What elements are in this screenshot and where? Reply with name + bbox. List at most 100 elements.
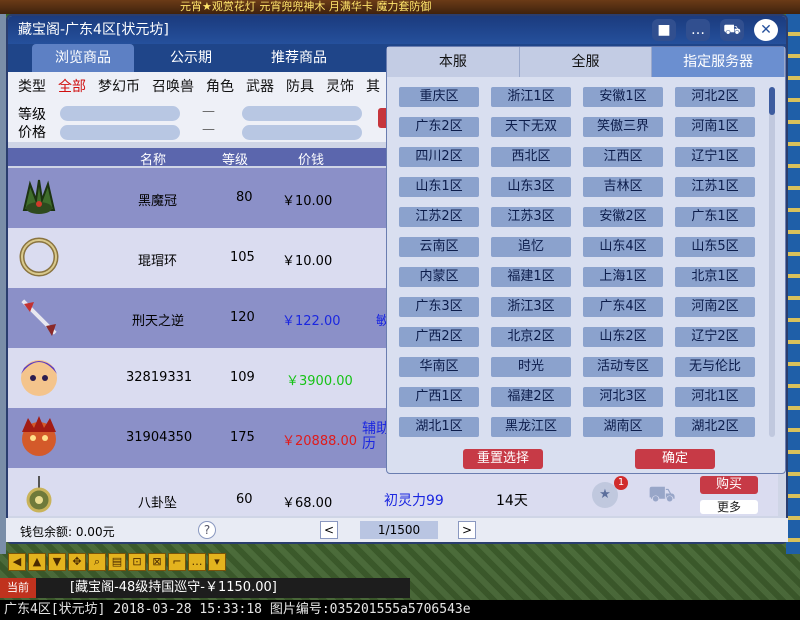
server-option[interactable]: 笑傲三界 [583,117,663,137]
server-option[interactable]: 安徽1区 [583,87,663,107]
server-option[interactable]: 广西1区 [399,387,479,407]
server-option[interactable]: 辽宁2区 [675,327,755,347]
server-option[interactable]: 山东5区 [675,237,755,257]
next-page-button[interactable]: > [458,521,476,539]
lock-icon[interactable]: ⊡ [128,553,146,571]
server-option[interactable]: 河南1区 [675,117,755,137]
server-option[interactable]: 四川2区 [399,147,479,167]
filter-other[interactable]: 其 [366,76,380,96]
price-max-input[interactable] [242,125,362,140]
server-option[interactable]: 山东1区 [399,177,479,197]
filter-ornament[interactable]: 灵饰 [326,76,354,96]
server-option[interactable]: 北京1区 [675,267,755,287]
move-icon[interactable]: ✥ [68,553,86,571]
tab-recommend[interactable]: 推荐商品 [248,44,350,72]
level-min-input[interactable] [60,106,180,121]
filter-armor[interactable]: 防具 [286,76,314,96]
item-days: 14天 [496,493,528,509]
server-option[interactable]: 活动专区 [583,357,663,377]
lock2-icon[interactable]: ⊠ [148,553,166,571]
server-option[interactable]: 山东4区 [583,237,663,257]
header-name: 名称 [140,153,167,168]
speech-icon[interactable]: … [188,553,206,571]
chat-message: [藏宝阁-48级持国巡守-￥1150.00] [70,580,277,595]
scroll-thumb[interactable] [769,87,775,115]
server-option[interactable]: 广东3区 [399,297,479,317]
magnifier-icon[interactable]: ⌕ [88,553,106,571]
table-row[interactable]: 八卦坠 60 ￥68.00 初灵力99 14天 ★ 1 ⛟ 购买 更多 [8,468,778,516]
server-option[interactable]: 黑龙江区 [491,417,571,437]
tab-specific-server[interactable]: 指定服务器 [652,47,786,77]
chat-channel-tag[interactable]: 当前 [0,578,36,598]
server-option[interactable]: 时光 [491,357,571,377]
reset-button[interactable]: 重置选择 [463,449,543,469]
server-option[interactable]: 广东2区 [399,117,479,137]
tab-public[interactable]: 公示期 [140,44,242,72]
server-option[interactable]: 安徽2区 [583,207,663,227]
tab-all-servers[interactable]: 全服 [519,47,653,77]
close-icon[interactable]: ✕ [754,19,778,41]
tab-browse[interactable]: 浏览商品 [32,44,134,72]
server-option[interactable]: 广西2区 [399,327,479,347]
server-option[interactable]: 西北区 [491,147,571,167]
server-option[interactable]: 湖北1区 [399,417,479,437]
server-scrollbar[interactable] [769,87,775,437]
server-option[interactable]: 内蒙区 [399,267,479,287]
more-button[interactable]: 更多 [700,500,758,514]
server-option[interactable]: 湖南区 [583,417,663,437]
server-option[interactable]: 浙江3区 [491,297,571,317]
server-option[interactable]: 天下无双 [491,117,571,137]
up-arrow-icon[interactable]: ▲ [28,553,46,571]
down-arrow-icon[interactable]: ▼ [48,553,66,571]
server-option[interactable]: 山东3区 [491,177,571,197]
server-option[interactable]: 广东4区 [583,297,663,317]
level-label: 等级 [18,107,46,123]
server-option[interactable]: 河南2区 [675,297,755,317]
server-option[interactable]: 追忆 [491,237,571,257]
price-dash: — [202,122,215,137]
filter-weapon[interactable]: 武器 [246,76,274,96]
chat-icon[interactable]: … [686,19,710,41]
server-option[interactable]: 北京2区 [491,327,571,347]
dropdown-icon[interactable]: ▾ [208,553,226,571]
server-option[interactable]: 辽宁1区 [675,147,755,167]
server-option[interactable]: 福建2区 [491,387,571,407]
server-option[interactable]: 云南区 [399,237,479,257]
server-option[interactable]: 湖北2区 [675,417,755,437]
filter-all[interactable]: 全部 [58,76,86,96]
server-option[interactable]: 吉林区 [583,177,663,197]
help-icon[interactable]: ? [198,521,216,539]
buy-button[interactable]: 购买 [700,476,758,494]
left-arrow-icon[interactable]: ◀ [8,553,26,571]
server-option[interactable]: 重庆区 [399,87,479,107]
stop-icon[interactable]: ■ [652,19,676,41]
server-option[interactable]: 华南区 [399,357,479,377]
server-option[interactable]: 上海1区 [583,267,663,287]
server-option[interactable]: 福建1区 [491,267,571,287]
confirm-button[interactable]: 确定 [635,449,715,469]
server-option[interactable]: 河北1区 [675,387,755,407]
tab-this-server[interactable]: 本服 [387,47,520,77]
server-option[interactable]: 浙江1区 [491,87,571,107]
cart-icon[interactable]: ⛟ [648,482,676,508]
server-option[interactable]: 江西区 [583,147,663,167]
prev-page-button[interactable]: < [320,521,338,539]
server-option[interactable]: 江苏2区 [399,207,479,227]
page-indicator[interactable]: 1/1500 [360,521,438,539]
server-option[interactable]: 无与伦比 [675,357,755,377]
server-option[interactable]: 江苏1区 [675,177,755,197]
cart-icon[interactable]: ⛟ [720,19,744,41]
document-icon[interactable]: ▤ [108,553,126,571]
header-price: 价钱 [298,153,325,168]
filter-role[interactable]: 角色 [206,76,234,96]
filter-pet[interactable]: 召唤兽 [152,76,194,96]
server-option[interactable]: 广东1区 [675,207,755,227]
server-option[interactable]: 河北3区 [583,387,663,407]
server-option[interactable]: 山东2区 [583,327,663,347]
broom-icon[interactable]: ⌐ [168,553,186,571]
price-min-input[interactable] [60,125,180,140]
level-max-input[interactable] [242,106,362,121]
server-option[interactable]: 河北2区 [675,87,755,107]
filter-currency[interactable]: 梦幻币 [98,76,140,96]
server-option[interactable]: 江苏3区 [491,207,571,227]
